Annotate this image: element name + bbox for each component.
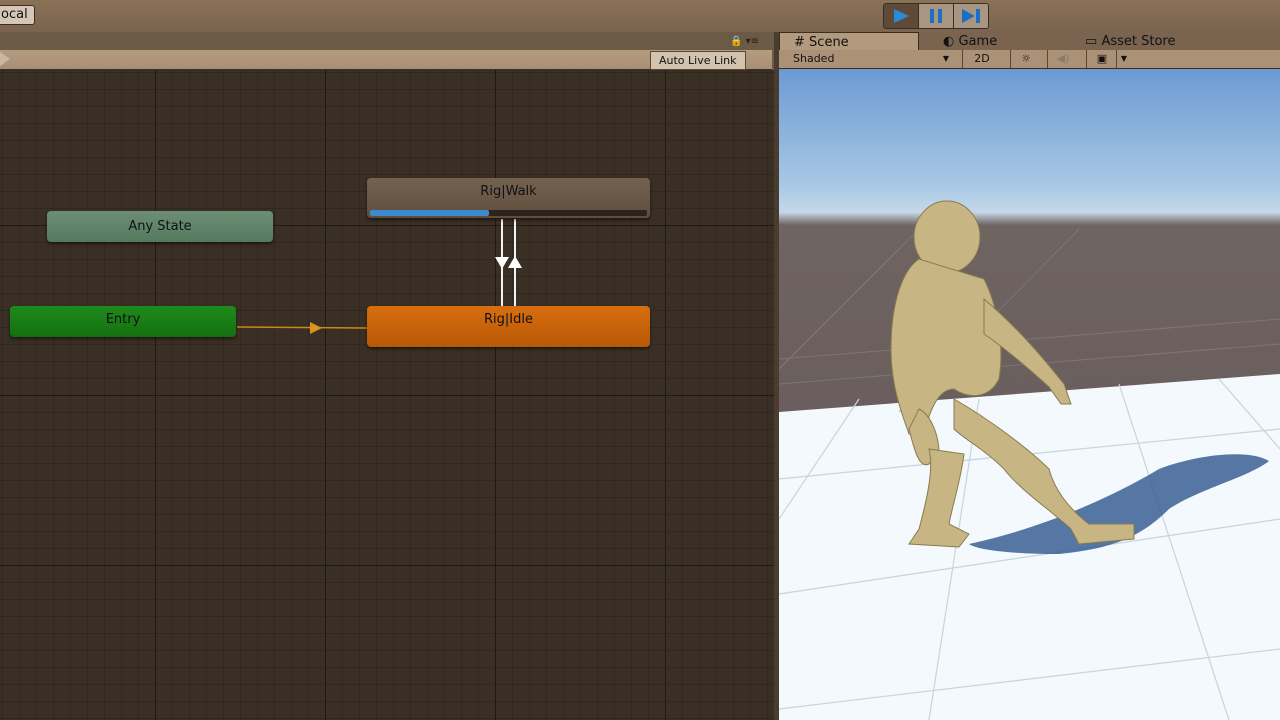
step-button[interactable] xyxy=(954,4,988,28)
main-toolbar: ocal xyxy=(0,0,1280,32)
chevron-down-icon: ▼ xyxy=(1120,54,1128,63)
walk-state-node[interactable]: Rig|Walk xyxy=(367,178,650,218)
animator-graph[interactable] xyxy=(0,70,774,720)
tab-asset-store[interactable]: ▭ Asset Store xyxy=(1071,32,1265,50)
chevron-down-icon: ▼ xyxy=(942,54,949,63)
playmode-controls xyxy=(883,3,989,29)
lock-icon[interactable]: 🔒 ▾≡ xyxy=(730,36,759,47)
camera-icon: ◐ xyxy=(943,34,955,49)
auto-live-link-button[interactable]: Auto Live Link xyxy=(650,51,746,70)
animator-header: Auto Live Link xyxy=(0,50,772,70)
any-state-node[interactable]: Any State xyxy=(47,211,273,242)
play-button[interactable] xyxy=(884,4,919,28)
shading-mode-label: Shaded xyxy=(793,52,835,65)
idle-state-node[interactable]: Rig|Idle xyxy=(367,306,650,347)
walk-progress-bar xyxy=(370,210,647,216)
audio-toggle-button[interactable]: ◀) xyxy=(1047,50,1078,68)
lighting-toggle-button[interactable]: ☼ xyxy=(1010,50,1041,68)
scene-viewport[interactable] xyxy=(779,69,1280,720)
effects-toggle-button[interactable]: ▣ xyxy=(1086,50,1117,68)
shading-mode-dropdown[interactable]: Shaded ▼ xyxy=(785,51,953,67)
scene-render xyxy=(779,200,1280,720)
step-icon xyxy=(962,9,980,23)
tab-scene[interactable]: # Scene xyxy=(779,32,919,51)
scene-tabs: # Scene ◐ Game ▭ Asset Store xyxy=(779,32,1280,51)
pause-icon xyxy=(930,9,942,23)
pivot-local-toggle[interactable]: ocal xyxy=(0,5,35,25)
walk-progress-fill xyxy=(370,210,490,216)
speaker-icon: ◀) xyxy=(1056,52,1070,65)
entry-node[interactable]: Entry xyxy=(10,306,236,337)
store-icon: ▭ xyxy=(1085,34,1098,49)
tab-asset-store-label: Asset Store xyxy=(1101,34,1176,49)
effects-dropdown-button[interactable]: ▼ xyxy=(1116,50,1131,68)
breadcrumb-arrow-icon[interactable] xyxy=(0,52,10,66)
image-icon: ▣ xyxy=(1096,52,1108,65)
tab-scene-label: Scene xyxy=(809,35,849,50)
tab-game-label: Game xyxy=(958,34,998,49)
scene-toolbar: Shaded ▼ 2D ☼ ◀) ▣ ▼ xyxy=(779,50,1280,69)
sun-icon: ☼ xyxy=(1021,52,1031,65)
pause-button[interactable] xyxy=(919,4,954,28)
walk-state-label: Rig|Walk xyxy=(480,184,537,199)
2d-toggle-button[interactable]: 2D xyxy=(962,50,1001,68)
play-icon xyxy=(894,9,909,23)
tab-game[interactable]: ◐ Game xyxy=(929,32,1043,50)
grid-icon: # xyxy=(794,35,805,50)
